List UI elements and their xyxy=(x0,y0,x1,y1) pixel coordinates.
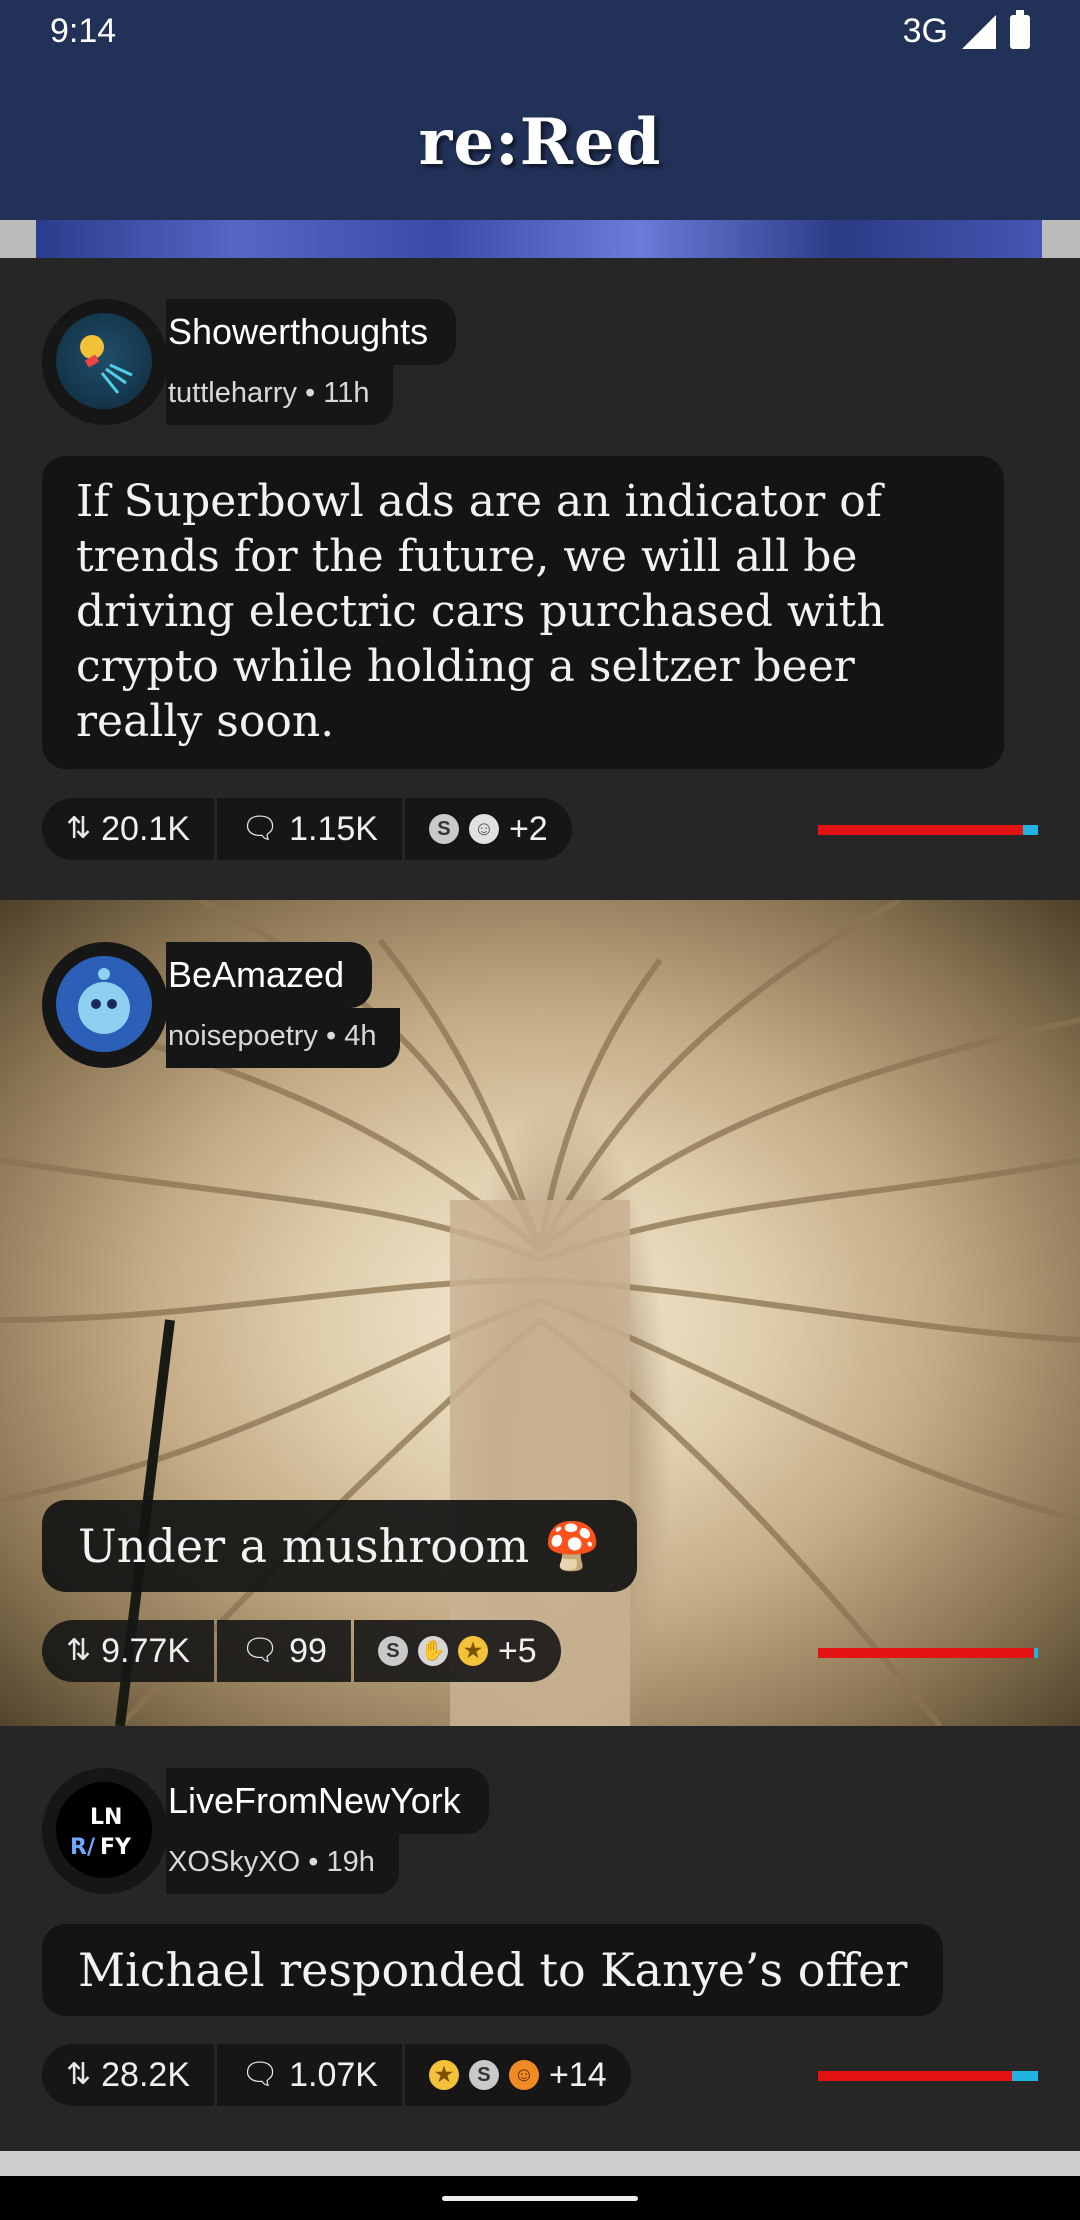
upvote-ratio-bar xyxy=(818,825,1038,835)
post-author[interactable]: XOSkyXO xyxy=(168,1846,300,1878)
subreddit-avatar[interactable] xyxy=(42,299,168,425)
downvote-ratio-fill xyxy=(1034,1648,1038,1658)
post-age: 19h xyxy=(326,1846,375,1878)
subreddit-name[interactable]: LiveFromNewYork xyxy=(166,1768,489,1834)
post-card[interactable]: Showerthoughts tuttleharry • 11h If Supe… xyxy=(0,258,1080,900)
score-button[interactable]: ⇅ 20.1K xyxy=(42,798,214,860)
comments-button[interactable]: 🗨 1.07K xyxy=(217,2044,402,2106)
app-bar: re:Red xyxy=(0,64,1080,220)
post-author[interactable]: tuttleharry xyxy=(168,377,297,409)
subreddit-avatar[interactable] xyxy=(42,942,168,1068)
score-arrows-icon: ⇅ xyxy=(66,812,92,845)
score-arrows-icon: ⇅ xyxy=(66,1634,92,1667)
subreddit-name[interactable]: Showerthoughts xyxy=(166,299,457,365)
post-action-bar: ⇅ 28.2K 🗨 1.07K ★ S ☺ +14 xyxy=(42,2044,631,2106)
comment-count: 99 xyxy=(289,1632,327,1670)
system-navigation-bar xyxy=(0,2151,1080,2220)
awards-button[interactable]: ★ S ☺ +14 xyxy=(404,2044,631,2106)
score-button[interactable]: ⇅ 28.2K xyxy=(42,2044,214,2106)
next-post-edge xyxy=(0,2151,1080,2176)
silver-award-icon: S xyxy=(428,814,459,844)
home-gesture-handle[interactable] xyxy=(442,2196,638,2201)
comment-icon: 🗨 xyxy=(241,1634,280,1667)
battery-icon xyxy=(1010,9,1030,49)
comments-button[interactable]: 🗨 99 xyxy=(217,1620,351,1682)
upvote-ratio-fill xyxy=(818,825,1023,835)
comments-button[interactable]: 🗨 1.15K xyxy=(217,798,402,860)
post-action-bar: ⇅ 20.1K 🗨 1.15K S ☺ +2 xyxy=(42,798,572,860)
svg-text:R/: R/ xyxy=(70,1835,96,1860)
beamazed-icon xyxy=(56,956,152,1052)
network-type: 3G xyxy=(902,12,948,50)
signal-icon xyxy=(962,14,996,49)
livefromnewyork-icon: LN R/ FY xyxy=(56,1782,152,1878)
subreddit-avatar[interactable]: LN R/ FY xyxy=(42,1768,168,1894)
upvote-ratio-fill xyxy=(818,2071,1012,2081)
downvote-ratio-fill xyxy=(1012,2071,1038,2081)
upvote-ratio-bar xyxy=(818,1648,1038,1658)
score-value: 9.77K xyxy=(101,1632,190,1670)
comment-icon: 🗨 xyxy=(241,2058,280,2091)
score-arrows-icon: ⇅ xyxy=(66,2058,92,2091)
post-card[interactable]: LN R/ FY LiveFromNewYork XOSkyXO • 19h M… xyxy=(0,1726,1080,2151)
svg-text:FY: FY xyxy=(100,1835,132,1860)
gold-award-icon: ★ xyxy=(428,2060,459,2090)
comment-count: 1.15K xyxy=(289,810,378,848)
app-title[interactable]: re:Red xyxy=(419,105,662,180)
previous-post-image[interactable] xyxy=(0,220,1080,258)
upvote-ratio-fill xyxy=(818,1648,1034,1658)
post-title[interactable]: If Superbowl ads are an indicator of tre… xyxy=(42,456,1004,769)
svg-text:LN: LN xyxy=(90,1805,122,1830)
awards-more: +5 xyxy=(497,1632,537,1670)
comment-count: 1.07K xyxy=(289,2056,378,2094)
score-value: 20.1K xyxy=(101,810,190,848)
score-value: 28.2K xyxy=(101,2056,190,2094)
post-title[interactable]: Under a mushroom 🍄 xyxy=(42,1500,638,1592)
awards-more: +14 xyxy=(548,2056,607,2094)
status-bar: 9:14 3G xyxy=(0,0,1080,64)
post-age: 11h xyxy=(323,377,370,409)
gold-award-icon: ★ xyxy=(457,1636,488,1666)
helpful-award-icon: ✋ xyxy=(417,1636,448,1666)
status-icons: 3G xyxy=(902,9,1030,51)
wholesome-award-icon: ☺ xyxy=(468,814,499,844)
silver-award-icon: S xyxy=(377,1636,408,1666)
upvote-ratio-bar xyxy=(818,2071,1038,2081)
awards-more: +2 xyxy=(508,810,548,848)
status-time: 9:14 xyxy=(50,12,117,50)
wholesome-award-icon: ☺ xyxy=(508,2060,539,2090)
post-title[interactable]: Michael responded to Kanye’s offer xyxy=(42,1924,944,2016)
silver-award-icon: S xyxy=(468,2060,499,2090)
post-action-bar: ⇅ 9.77K 🗨 99 S ✋ ★ +5 xyxy=(42,1620,561,1682)
awards-button[interactable]: S ☺ +2 xyxy=(404,798,572,860)
post-meta: noisepoetry • 4h xyxy=(166,1008,401,1068)
post-meta: tuttleharry • 11h xyxy=(166,365,394,425)
score-button[interactable]: ⇅ 9.77K xyxy=(42,1620,214,1682)
comment-icon: 🗨 xyxy=(241,812,280,845)
awards-button[interactable]: S ✋ ★ +5 xyxy=(353,1620,561,1682)
post-card[interactable]: BeAmazed noisepoetry • 4h Under a mushro… xyxy=(0,900,1080,1726)
post-age: 4h xyxy=(344,1020,377,1052)
post-author[interactable]: noisepoetry xyxy=(168,1020,318,1052)
post-meta: XOSkyXO • 19h xyxy=(166,1834,399,1894)
showerthoughts-icon xyxy=(56,313,152,409)
downvote-ratio-fill xyxy=(1023,825,1038,835)
previous-post-image-content xyxy=(36,220,1042,258)
subreddit-name[interactable]: BeAmazed xyxy=(166,942,373,1008)
